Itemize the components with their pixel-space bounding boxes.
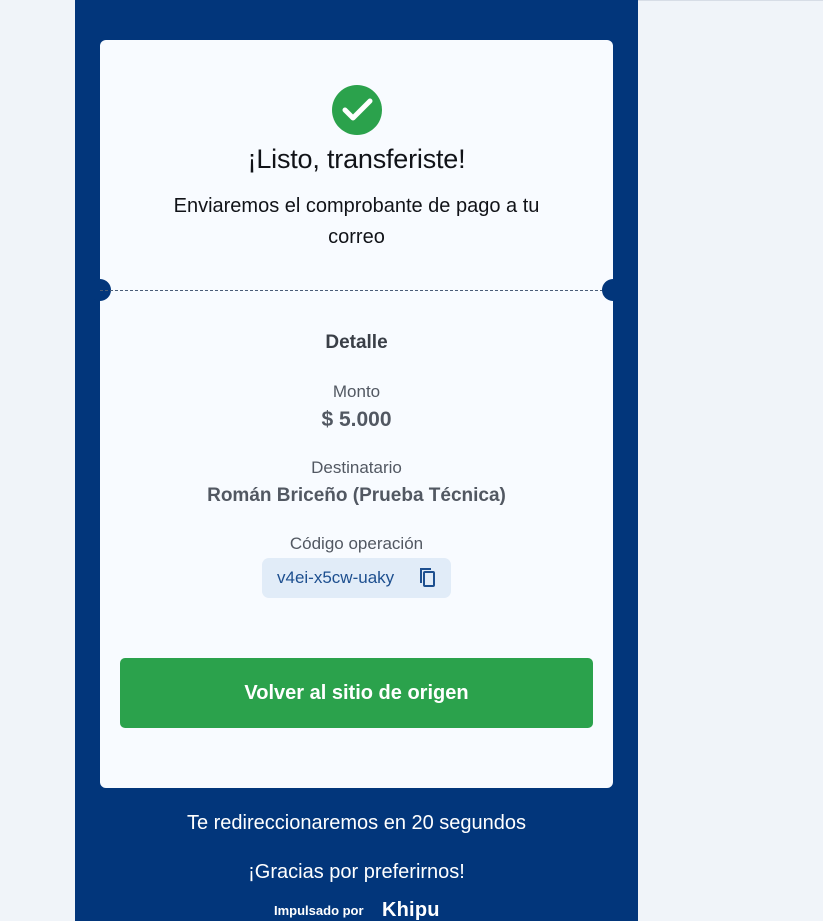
operation-code-label: Código operación	[289, 534, 424, 553]
check-circle-icon	[332, 85, 382, 135]
right-card-notch	[602, 279, 624, 301]
copy-icon[interactable]	[417, 566, 439, 590]
thanks-message: ¡Gracias por preferirnos!	[248, 861, 465, 883]
top-border-line	[638, 0, 823, 1]
confirmation-title: ¡Listo, transferiste!	[247, 144, 466, 174]
details-title: Detalle	[325, 332, 388, 353]
operation-code-copy-control[interactable]: v4ei-x5cw-uaky	[262, 558, 451, 598]
redirect-message: Te redireccionaremos en 20 segundos	[186, 812, 527, 834]
confirmation-card: ¡Listo, transferiste! Enviaremos el comp…	[89, 40, 624, 788]
back-to-origin-button[interactable]: Volver al sitio de origen	[120, 658, 593, 728]
amount-label: Monto	[332, 382, 381, 401]
operation-code-value: v4ei-x5cw-uaky	[277, 568, 395, 587]
khipu-brand: Khipu	[382, 899, 440, 921]
powered-by-label: Impulsado por	[274, 903, 364, 918]
card-divider	[100, 290, 613, 291]
recipient-value: Román Briceño (Prueba Técnica)	[207, 485, 506, 506]
amount-value: $ 5.000	[321, 408, 392, 431]
payment-panel: ¡Listo, transferiste! Enviaremos el comp…	[75, 0, 638, 921]
payment-success-page: ¡Listo, transferiste! Enviaremos el comp…	[0, 0, 823, 921]
confirmation-subtitle: Enviaremos el comprobante de pago a tu c…	[173, 195, 540, 248]
recipient-label: Destinatario	[311, 458, 402, 477]
